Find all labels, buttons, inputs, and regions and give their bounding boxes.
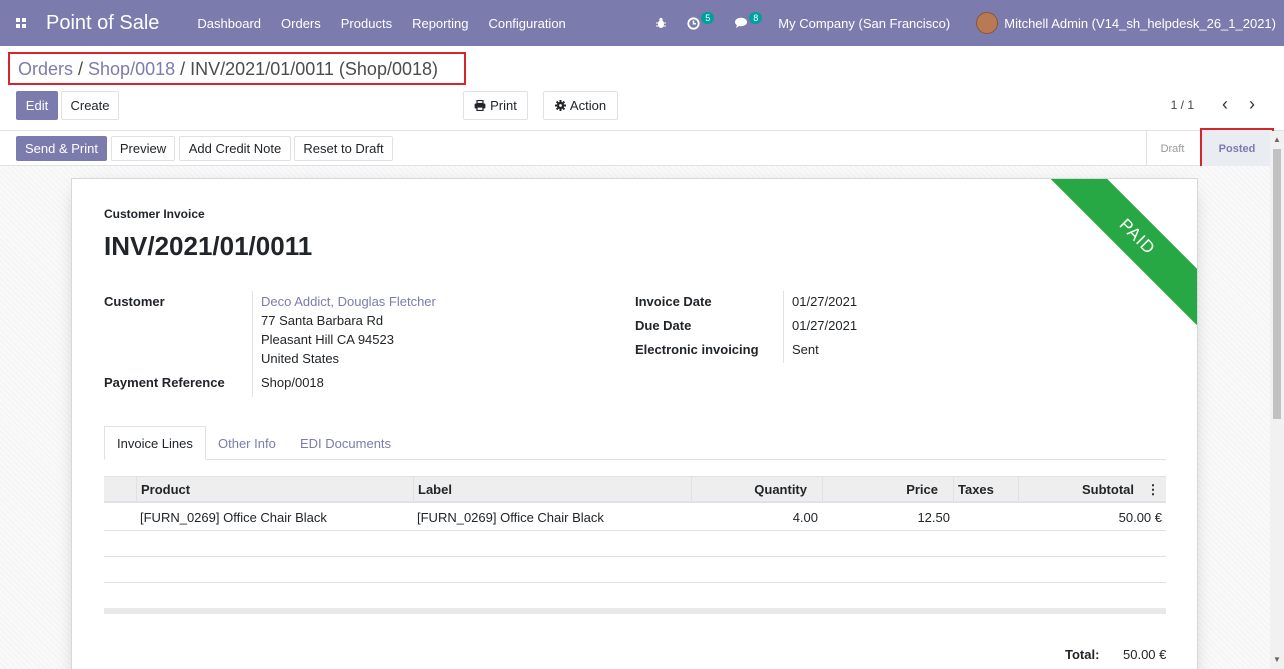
pager-next-icon[interactable]: › — [1242, 94, 1262, 115]
status-bar: Send & Print Preview Add Credit Note Res… — [0, 128, 1284, 170]
breadcrumb-shop[interactable]: Shop/0018 — [88, 59, 175, 79]
invoice-number: INV/2021/01/0011 — [104, 231, 313, 261]
total-value: 50.00 € — [1123, 647, 1167, 662]
electronic-invoicing-value: Sent — [792, 342, 819, 357]
form-background: PAID Customer Invoice INV/2021/01/0011 C… — [0, 166, 1270, 669]
table-row-divider — [104, 582, 1166, 583]
bug-icon[interactable] — [655, 17, 667, 29]
invoice-date-value: 01/27/2021 — [792, 294, 858, 309]
line-product[interactable]: [FURN_0269] Office Chair Black — [140, 510, 327, 525]
avatar — [976, 12, 999, 34]
top-navbar: Point of Sale Dashboard Orders Products … — [0, 0, 1284, 46]
menu-reporting[interactable]: Reporting — [402, 16, 478, 31]
customer-name-link[interactable]: Deco Addict, Douglas Fletcher — [261, 294, 436, 309]
activity-count-badge: 5 — [701, 12, 715, 24]
messages-icon[interactable]: 8 — [734, 12, 763, 29]
activity-clock-icon[interactable]: 5 — [687, 12, 715, 30]
app-name[interactable]: Point of Sale — [46, 12, 159, 35]
scroll-up-icon[interactable]: ▲ — [1273, 135, 1281, 144]
optional-columns-icon[interactable]: ⋮ — [1140, 477, 1166, 502]
customer-address-line: Pleasant Hill CA 94523 — [261, 332, 394, 347]
create-button[interactable]: Create — [61, 91, 119, 120]
line-label[interactable]: [FURN_0269] Office Chair Black — [417, 510, 604, 525]
reset-to-draft-button[interactable]: Reset to Draft — [294, 136, 393, 161]
navbar-systray: 5 8 My Company (San Francisco) Mitchell … — [645, 0, 1284, 46]
column-header-label[interactable]: Label — [413, 477, 692, 502]
table-row-divider — [104, 530, 1166, 531]
table-row-divider — [104, 556, 1166, 557]
menu-products[interactable]: Products — [331, 16, 402, 31]
print-label: Print — [490, 98, 517, 113]
breadcrumb-separator: / — [175, 59, 191, 79]
breadcrumb-separator: / — [73, 59, 89, 79]
send-print-button[interactable]: Send & Print — [16, 136, 107, 161]
user-name: Mitchell Admin (V14_sh_helpdesk_26_1_202… — [1004, 15, 1276, 31]
payment-reference-label: Payment Reference — [104, 375, 225, 390]
user-menu[interactable]: Mitchell Admin (V14_sh_helpdesk_26_1_202… — [976, 12, 1276, 34]
page-scrollbar[interactable]: ▲ ▼ — [1270, 131, 1284, 669]
menu-configuration[interactable]: Configuration — [478, 16, 575, 31]
payment-reference-value: Shop/0018 — [261, 375, 324, 390]
action-label: Action — [569, 98, 607, 113]
table-header: Product Label Quantity Price Taxes Subto… — [104, 476, 1166, 503]
customer-address-line: United States — [261, 351, 340, 366]
breadcrumb: Orders / Shop/0018 / INV/2021/01/0011 (S… — [8, 52, 466, 85]
menu-dashboard[interactable]: Dashboard — [187, 16, 271, 31]
paid-ribbon: PAID — [1038, 179, 1197, 336]
electronic-invoicing-label: Electronic invoicing — [635, 342, 759, 357]
line-subtotal[interactable]: 50.00 € — [1022, 510, 1162, 525]
gear-icon — [554, 100, 566, 111]
breadcrumb-orders[interactable]: Orders — [18, 59, 73, 79]
invoice-sheet: PAID Customer Invoice INV/2021/01/0011 C… — [71, 178, 1198, 669]
apps-menu-icon[interactable] — [4, 0, 38, 46]
customer-address-line: 77 Santa Barbara Rd — [261, 313, 384, 328]
scrollbar-thumb[interactable] — [1273, 149, 1281, 419]
field-separator — [783, 291, 784, 363]
column-header-product[interactable]: Product — [136, 477, 414, 502]
preview-button[interactable]: Preview — [111, 136, 175, 161]
pager-previous-icon[interactable]: ‹ — [1215, 94, 1235, 115]
row-handle-header — [104, 477, 138, 502]
line-quantity[interactable]: 4.00 — [694, 510, 818, 525]
breadcrumb-current: INV/2021/01/0011 (Shop/0018) — [190, 59, 438, 79]
column-header-subtotal[interactable]: Subtotal — [1018, 477, 1140, 502]
column-header-taxes[interactable]: Taxes — [953, 477, 1019, 502]
tab-edi-documents[interactable]: EDI Documents — [288, 426, 403, 460]
company-switcher[interactable]: My Company (San Francisco) — [778, 16, 950, 31]
action-button[interactable]: Action — [543, 91, 618, 120]
print-button[interactable]: Print — [463, 91, 528, 120]
tab-other-info[interactable]: Other Info — [206, 426, 288, 460]
due-date-value: 01/27/2021 — [792, 318, 858, 333]
invoice-date-label: Invoice Date — [635, 294, 712, 309]
menu-orders[interactable]: Orders — [271, 16, 331, 31]
message-count-badge: 8 — [749, 12, 763, 24]
pager-value[interactable]: 1 / 1 — [1171, 98, 1194, 112]
customer-label: Customer — [104, 294, 165, 309]
notebook-tabs: Invoice Lines Other Info EDI Documents — [104, 426, 1166, 460]
status-stage-draft: Draft — [1146, 131, 1198, 166]
status-stage-posted: Posted — [1200, 128, 1274, 170]
due-date-label: Due Date — [635, 318, 692, 333]
main-menu: Dashboard Orders Products Reporting Conf… — [187, 16, 575, 31]
edit-button[interactable]: Edit — [16, 91, 58, 120]
control-panel: Orders / Shop/0018 / INV/2021/01/0011 (S… — [0, 46, 1284, 131]
field-separator — [252, 291, 253, 397]
line-price[interactable]: 12.50 — [826, 510, 950, 525]
total-label: Total: — [1065, 647, 1100, 662]
print-icon — [474, 100, 486, 111]
invoice-type-label: Customer Invoice — [104, 207, 205, 221]
scroll-down-icon[interactable]: ▼ — [1273, 655, 1281, 664]
column-header-price[interactable]: Price — [822, 477, 954, 502]
tab-invoice-lines[interactable]: Invoice Lines — [104, 426, 206, 460]
table-footer — [104, 608, 1166, 614]
add-credit-note-button[interactable]: Add Credit Note — [179, 136, 291, 161]
column-header-quantity[interactable]: Quantity — [691, 477, 823, 502]
